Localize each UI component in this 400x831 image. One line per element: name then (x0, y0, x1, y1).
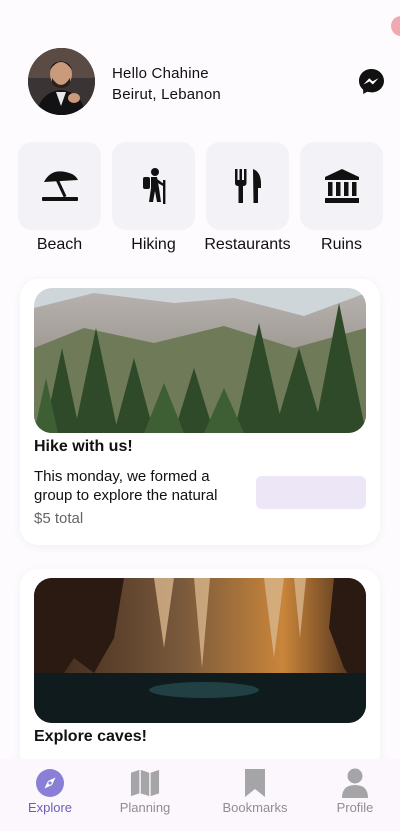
category-tile[interactable] (112, 142, 195, 230)
event-card-caves[interactable]: Explore caves! (20, 569, 380, 779)
nav-label: Profile (336, 800, 374, 815)
card-image-forest (34, 288, 366, 433)
bottom-nav: Explore Planning Bookmarks Profile (0, 759, 400, 831)
nav-label: Bookmarks (222, 800, 288, 815)
card-image-cave (34, 578, 366, 723)
nav-explore[interactable]: Explore (0, 759, 100, 831)
category-beach[interactable]: Beach (18, 142, 101, 254)
hiker-icon (142, 168, 165, 204)
header: Hello Chahine Beirut, Lebanon (28, 48, 388, 116)
card-title: Hike with us! (34, 438, 133, 455)
category-restaurants[interactable]: Restaurants (204, 142, 291, 254)
temple-icon (324, 169, 359, 203)
category-tile[interactable] (206, 142, 289, 230)
nav-bookmarks[interactable]: Bookmarks (205, 759, 305, 831)
nav-label: Planning (119, 800, 171, 815)
avatar[interactable] (28, 48, 95, 115)
card-description: This monday, we formed a group to explor… (34, 468, 218, 504)
category-tile[interactable] (300, 142, 383, 230)
greeting-text: Hello Chahine (112, 65, 209, 82)
messenger-icon[interactable] (358, 68, 385, 95)
category-label: Ruins (321, 236, 362, 253)
bookmark-icon (240, 768, 270, 798)
card-price: $5 total (34, 510, 84, 527)
category-label: Beach (36, 236, 83, 253)
card-title: Explore caves! (34, 728, 147, 745)
category-label: Hiking (131, 236, 176, 253)
fork-knife-icon (234, 169, 261, 203)
category-hiking[interactable]: Hiking (112, 142, 195, 254)
beach-umbrella-icon (41, 171, 78, 201)
category-tile[interactable] (18, 142, 101, 230)
category-label: Restaurants (204, 236, 291, 253)
status-indicator-dot (391, 16, 400, 36)
category-ruins[interactable]: Ruins (300, 142, 383, 254)
nav-planning[interactable]: Planning (95, 759, 195, 831)
card-action-button[interactable] (256, 476, 366, 509)
greeting-block: Hello Chahine Beirut, Lebanon (112, 63, 221, 105)
person-icon (340, 768, 370, 798)
event-card-hike[interactable]: Hike with us! This monday, we formed a g… (20, 279, 380, 545)
compass-icon (35, 768, 65, 798)
nav-label: Explore (27, 800, 73, 815)
nav-profile[interactable]: Profile (305, 759, 400, 831)
location-text: Beirut, Lebanon (112, 86, 221, 103)
map-icon (130, 768, 160, 798)
